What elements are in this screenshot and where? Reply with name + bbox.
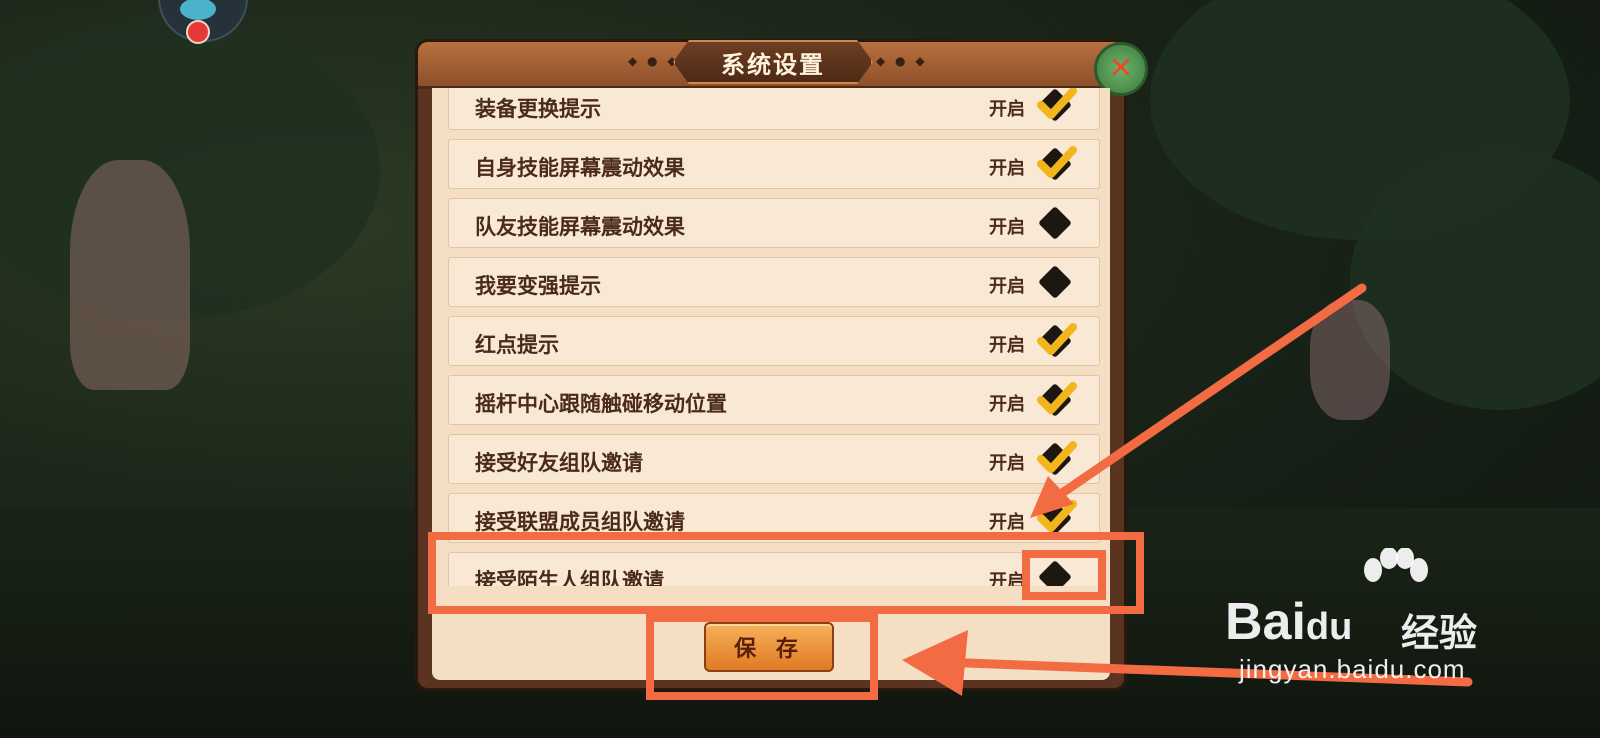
dialog-title: 系统设置: [721, 50, 825, 79]
setting-row[interactable]: 红点提示 开启: [448, 316, 1100, 366]
dialog-titlebar: ◆ ● ◆ 系统设置 ◆ ● ◆: [418, 40, 1124, 89]
npc-character: [1310, 300, 1390, 420]
setting-toggle[interactable]: [1035, 439, 1077, 479]
setting-label: 摇杆中心跟随触碰移动位置: [475, 392, 727, 416]
watermark-suffix: 经验: [1401, 611, 1478, 655]
checkmark-icon: [1037, 382, 1077, 414]
toggle-diamond-icon: [1038, 265, 1072, 299]
checkmark-icon: [1037, 323, 1077, 355]
setting-label: 接受好友组队邀请: [475, 451, 643, 475]
setting-state-label: 开启: [989, 335, 1025, 356]
close-x-icon: ✕: [1108, 51, 1134, 86]
setting-toggle[interactable]: [1035, 203, 1075, 243]
notification-dot: [186, 20, 210, 44]
setting-toggle[interactable]: [1035, 144, 1077, 184]
setting-state-label: 开启: [989, 512, 1025, 533]
watermark-brand: Baidu: [1225, 593, 1353, 651]
highlight-save-button: [646, 614, 878, 700]
setting-row[interactable]: 摇杆中心跟随触碰移动位置 开启: [448, 375, 1100, 425]
setting-row[interactable]: 自身技能屏幕震动效果 开启: [448, 139, 1100, 189]
settings-list[interactable]: 装备更换提示 开启 自身技能屏幕震动效果 开启 队友技能屏幕震动效果 开启 我要变强提示 开启…: [448, 88, 1100, 586]
setting-row[interactable]: 我要变强提示 开启: [448, 257, 1100, 307]
setting-label: 自身技能屏幕震动效果: [475, 156, 685, 180]
setting-toggle[interactable]: [1035, 380, 1077, 420]
checkmark-icon: [1037, 441, 1077, 473]
setting-row[interactable]: 接受好友组队邀请 开启: [448, 434, 1100, 484]
setting-state-label: 开启: [989, 453, 1025, 474]
setting-toggle[interactable]: [1035, 262, 1075, 302]
watermark-url: jingyan.baidu.com: [1239, 654, 1466, 684]
toggle-diamond-icon: [1038, 206, 1072, 240]
setting-state-label: 开启: [989, 217, 1025, 238]
setting-label: 我要变强提示: [475, 274, 601, 298]
setting-state-label: 开启: [989, 99, 1025, 120]
title-plate: 系统设置: [673, 40, 873, 84]
setting-toggle[interactable]: [1035, 88, 1077, 125]
ornament-dots: ◆ ● ◆: [876, 54, 928, 68]
setting-state-label: 开启: [989, 276, 1025, 297]
npc-character: [70, 160, 190, 390]
setting-label: 队友技能屏幕震动效果: [475, 215, 685, 239]
checkmark-icon: [1037, 88, 1077, 119]
setting-row[interactable]: 队友技能屏幕震动效果 开启: [448, 198, 1100, 248]
highlight-stranger-toggle: [1022, 550, 1106, 600]
setting-toggle[interactable]: [1035, 321, 1077, 361]
setting-state-label: 开启: [989, 394, 1025, 415]
checkmark-icon: [1037, 146, 1077, 178]
setting-label: 装备更换提示: [475, 97, 601, 121]
paw-icon: [1364, 548, 1428, 582]
setting-label: 红点提示: [475, 333, 559, 357]
baidu-watermark: Baidu 经验 jingyan.baidu.com: [1225, 548, 1525, 698]
bird-icon: [180, 0, 216, 20]
setting-state-label: 开启: [989, 158, 1025, 179]
checkmark-icon: [1037, 500, 1077, 532]
setting-row[interactable]: 装备更换提示 开启: [448, 88, 1100, 130]
background-tree: [0, 20, 380, 320]
ornament-dots: ◆ ● ◆: [628, 54, 680, 68]
